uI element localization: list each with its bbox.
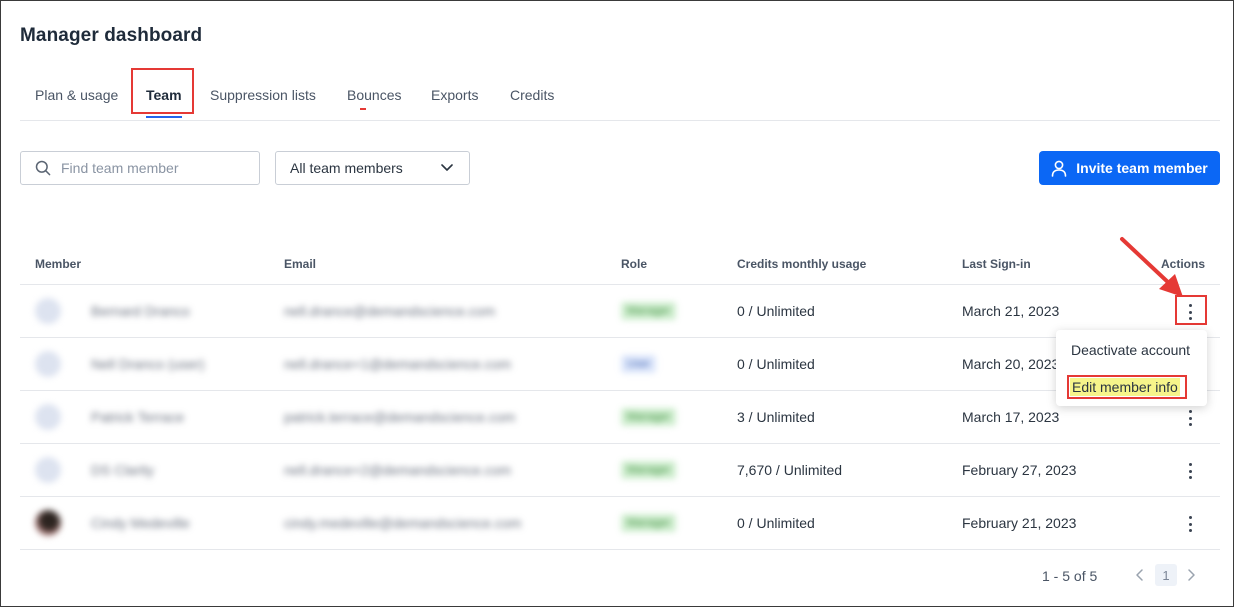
search-input[interactable]	[61, 160, 241, 176]
team-tab-annotation-box	[131, 68, 194, 114]
tab-suppression-lists[interactable]: Suppression lists	[210, 71, 316, 119]
member-avatar-cell	[35, 444, 61, 496]
tab-plan-usage[interactable]: Plan & usage	[35, 71, 118, 119]
header-credits: Credits monthly usage	[737, 257, 867, 271]
page-title: Manager dashboard	[20, 25, 203, 46]
member-email: nell.drance+2@demandscience.com	[284, 462, 512, 478]
tab-bounces[interactable]: Bounces	[347, 71, 401, 119]
credits-usage: 0 / Unlimited	[737, 303, 815, 319]
avatar	[35, 298, 61, 324]
avatar	[35, 404, 61, 430]
tab-exports[interactable]: Exports	[431, 71, 478, 119]
member-role-cell: Manager	[621, 391, 677, 443]
role-badge: Manager	[621, 302, 677, 320]
header-member: Member	[35, 257, 82, 271]
role-badge: User	[621, 355, 657, 373]
member-email: nell.drance@demandscience.com	[284, 303, 496, 319]
app-frame: Manager dashboard Plan & usage Team Supp…	[0, 0, 1234, 607]
avatar	[35, 510, 61, 536]
header-role: Role	[621, 257, 648, 271]
more-actions-icon[interactable]	[1182, 461, 1198, 481]
last-signin: March 20, 2023	[962, 356, 1060, 372]
role-badge: Manager	[621, 514, 677, 532]
avatar	[35, 457, 61, 483]
role-badge: Manager	[621, 408, 677, 426]
table-row[interactable]: Nell Dranco (user) nell.drance+1@demands…	[20, 338, 1220, 391]
member-filter-value: All team members	[290, 160, 403, 176]
member-role-cell: Manager	[621, 444, 677, 496]
menu-item-deactivate-account[interactable]: Deactivate account	[1071, 342, 1190, 358]
credits-usage: 0 / Unlimited	[737, 356, 815, 372]
member-avatar-cell	[35, 497, 61, 549]
last-signin: February 21, 2023	[962, 515, 1077, 531]
invite-team-member-button[interactable]: Invite team member	[1039, 151, 1220, 185]
member-avatar-cell	[35, 338, 61, 390]
member-name: Nell Dranco (user)	[91, 356, 205, 372]
member-avatar-cell	[35, 391, 61, 443]
pagination-summary: 1 - 5 of 5	[1042, 568, 1098, 584]
member-name: Cindy Medeville	[91, 515, 190, 531]
table-row[interactable]: Bernard Dranco nell.drance@demandscience…	[20, 285, 1220, 338]
member-name: DS Clarity	[91, 462, 155, 478]
member-role-cell: User	[621, 338, 657, 390]
credits-usage: 3 / Unlimited	[737, 409, 815, 425]
avatar	[35, 351, 61, 377]
more-actions-icon[interactable]	[1182, 408, 1198, 428]
pagination: 1 - 5 of 5 1	[1042, 564, 1220, 588]
user-icon	[1051, 160, 1067, 177]
member-email: patrick.terrace@demandscience.com	[284, 409, 516, 425]
header-email: Email	[284, 257, 317, 271]
table-row[interactable]: Cindy Medeville cindy.medeville@demandsc…	[20, 497, 1220, 550]
role-badge: Manager	[621, 461, 677, 479]
chevron-left-icon[interactable]	[1134, 566, 1146, 584]
tab-credits[interactable]: Credits	[510, 71, 554, 119]
search-icon	[35, 160, 51, 176]
chevron-right-icon[interactable]	[1185, 566, 1197, 584]
member-name: Bernard Dranco	[91, 303, 190, 319]
table-row[interactable]: DS Clarity nell.drance+2@demandscience.c…	[20, 444, 1220, 497]
member-role-cell: Manager	[621, 285, 677, 337]
invite-button-label: Invite team member	[1076, 160, 1208, 176]
last-signin: March 17, 2023	[962, 409, 1060, 425]
more-actions-icon[interactable]	[1182, 514, 1198, 534]
annotation-arrow-icon	[1120, 237, 1183, 297]
page-number-button[interactable]: 1	[1155, 564, 1177, 586]
member-filter-select[interactable]: All team members	[275, 151, 470, 185]
table-header: Member Email Role Credits monthly usage …	[20, 241, 1220, 285]
member-email: nell.drance+1@demandscience.com	[284, 356, 512, 372]
bounces-annotation-mark	[360, 108, 366, 110]
chevron-down-icon	[441, 164, 453, 171]
search-field[interactable]	[20, 151, 260, 185]
member-avatar-cell	[35, 285, 61, 337]
last-signin: February 27, 2023	[962, 462, 1077, 478]
credits-usage: 7,670 / Unlimited	[737, 462, 843, 478]
member-email: cindy.medeville@demandscience.com	[284, 515, 522, 531]
tab-bar: Plan & usage Team Suppression lists Boun…	[20, 71, 1220, 121]
credits-usage: 0 / Unlimited	[737, 515, 815, 531]
member-name: Patrick Terrace	[91, 409, 185, 425]
member-role-cell: Manager	[621, 497, 677, 549]
table-row[interactable]: Patrick Terrace patrick.terrace@demandsc…	[20, 391, 1220, 444]
header-last-signin: Last Sign-in	[962, 257, 1031, 271]
last-signin: March 21, 2023	[962, 303, 1060, 319]
team-table: Member Email Role Credits monthly usage …	[20, 241, 1220, 550]
edit-member-annotation-box	[1067, 375, 1187, 399]
